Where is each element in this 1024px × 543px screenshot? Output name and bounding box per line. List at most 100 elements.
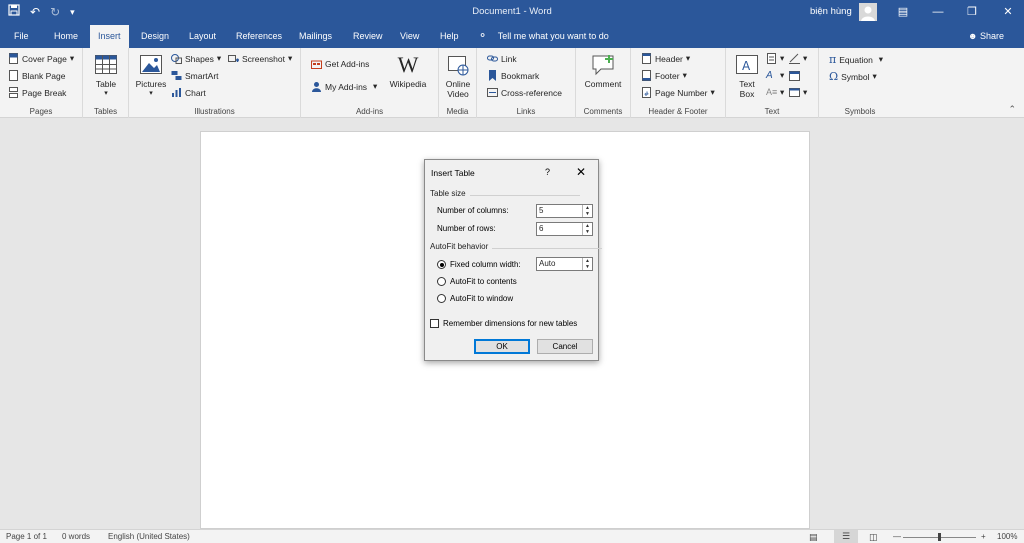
footer-button[interactable]: Footer ▾ (641, 70, 687, 81)
tab-design[interactable]: Design (133, 25, 177, 48)
tab-references[interactable]: References (228, 25, 290, 48)
rows-input[interactable]: 6 ▲ ▼ (536, 222, 593, 236)
help-button[interactable]: ? (545, 167, 550, 177)
omega-icon: Ω (829, 70, 839, 83)
bookmark-label: Bookmark (501, 70, 540, 81)
minimize-icon[interactable]: — (928, 3, 948, 21)
pictures-button[interactable]: Pictures ▾ (133, 53, 169, 97)
user-name[interactable]: biện hùng (810, 6, 852, 17)
comment-button[interactable]: Comment (580, 53, 626, 89)
page-break-button[interactable]: Page Break (8, 87, 66, 98)
get-addins-button[interactable]: Get Add-ins (311, 58, 369, 69)
remember-dimensions-label[interactable]: Remember dimensions for new tables (443, 319, 577, 328)
zoom-in-icon[interactable]: + (981, 532, 986, 541)
zoom-slider-thumb[interactable] (938, 533, 941, 541)
my-addins-icon (311, 81, 322, 92)
zoom-level[interactable]: 100% (997, 532, 1017, 541)
link-button[interactable]: Link (487, 53, 517, 64)
dropdown-icon: ▾ (878, 54, 884, 64)
wordart-button[interactable]: A ▾ (766, 70, 784, 81)
tab-review[interactable]: Review (345, 25, 391, 48)
tab-layout[interactable]: Layout (181, 25, 224, 48)
bookmark-button[interactable]: Bookmark (487, 70, 539, 81)
shapes-button[interactable]: Shapes ▾ (171, 53, 221, 64)
vertical-scrollbar[interactable] (1012, 118, 1024, 529)
dropdown-icon: ▾ (685, 53, 691, 63)
symbol-button[interactable]: Ω Symbol ▾ (829, 70, 877, 83)
header-label: Header (655, 53, 683, 64)
table-button[interactable]: Table ▾ (89, 53, 123, 97)
drop-cap-button[interactable]: A≡ ▾ (766, 87, 784, 98)
down-arrow-icon[interactable]: ▼ (583, 229, 592, 235)
blank-page-icon (8, 70, 19, 81)
fixed-width-radio[interactable] (437, 260, 446, 269)
read-mode-icon[interactable]: ▤ (809, 532, 818, 543)
header-button[interactable]: Header ▾ (641, 53, 690, 64)
dialog-title: Insert Table (431, 168, 475, 178)
collapse-ribbon-icon[interactable]: ⌃ (1008, 104, 1016, 115)
columns-input[interactable]: 5 ▲ ▼ (536, 204, 593, 218)
dropdown-icon: ▾ (373, 81, 378, 91)
ribbon-display-options-icon[interactable]: ▤ (893, 3, 913, 21)
blank-page-button[interactable]: Blank Page (8, 70, 65, 81)
chart-button[interactable]: Chart (171, 87, 206, 98)
text-box-button[interactable]: A Text Box (732, 53, 762, 99)
down-arrow-icon[interactable]: ▼ (583, 264, 592, 270)
share-button[interactable]: ☻ Share (968, 25, 1004, 48)
object-button[interactable]: ▾ (789, 87, 807, 98)
language[interactable]: English (United States) (108, 532, 190, 541)
fixed-width-input[interactable]: Auto ▲ ▼ (536, 257, 593, 271)
page-number-button[interactable]: # Page Number ▾ (641, 87, 715, 98)
tab-help[interactable]: Help (432, 25, 467, 48)
down-arrow-icon[interactable]: ▼ (583, 211, 592, 217)
tab-home[interactable]: Home (46, 25, 86, 48)
tab-file[interactable]: File (6, 25, 37, 48)
smartart-button[interactable]: SmartArt (171, 70, 219, 81)
my-addins-button[interactable]: My Add-ins ▾ (311, 81, 377, 92)
close-window-icon[interactable]: ✕ (998, 3, 1018, 21)
tab-mailings[interactable]: Mailings (291, 25, 340, 48)
object-icon (789, 87, 800, 98)
group-text: A Text Box ▾ A ▾ A≡ ▾ ▾ ▾ Text (726, 48, 819, 118)
cross-reference-button[interactable]: Cross-reference (487, 87, 562, 98)
autofit-window-radio[interactable] (437, 294, 446, 303)
ok-button[interactable]: OK (474, 339, 530, 354)
tab-view[interactable]: View (392, 25, 427, 48)
columns-stepper[interactable]: ▲ ▼ (582, 205, 592, 217)
autofit-contents-radio[interactable] (437, 277, 446, 286)
footer-icon (641, 70, 652, 81)
remember-dimensions-checkbox[interactable] (430, 319, 439, 328)
dropdown-icon: ▾ (288, 53, 293, 63)
fixed-width-label[interactable]: Fixed column width: (450, 260, 521, 269)
close-icon[interactable]: ✕ (576, 165, 586, 179)
screenshot-button[interactable]: Screenshot ▾ (228, 53, 292, 64)
page-number-label: Page Number (655, 87, 708, 98)
zoom-out-icon[interactable]: — (893, 532, 901, 541)
cancel-button[interactable]: Cancel (537, 339, 593, 354)
equation-button[interactable]: π Equation ▾ (829, 53, 883, 66)
wikipedia-button[interactable]: W Wikipedia (385, 53, 431, 90)
quick-parts-button[interactable]: ▾ (766, 53, 784, 64)
fixed-width-stepper[interactable]: ▲ ▼ (582, 258, 592, 270)
autofit-contents-label[interactable]: AutoFit to contents (450, 277, 517, 286)
online-video-button[interactable]: Online Video (441, 53, 475, 99)
tab-insert[interactable]: Insert (90, 25, 129, 48)
tell-me-search[interactable]: ⚬ Tell me what you want to do (478, 25, 609, 48)
date-time-button[interactable] (789, 70, 800, 81)
restore-icon[interactable]: ❐ (962, 3, 982, 21)
word-count[interactable]: 0 words (62, 532, 90, 541)
web-layout-icon[interactable]: ◫ (869, 532, 878, 543)
avatar[interactable] (859, 3, 877, 21)
signature-line-button[interactable]: ▾ (789, 53, 807, 64)
dropdown-icon: ▾ (69, 53, 75, 63)
cover-page-button[interactable]: Cover Page ▾ (8, 53, 74, 64)
autofit-window-label[interactable]: AutoFit to window (450, 294, 513, 303)
rows-stepper[interactable]: ▲ ▼ (582, 223, 592, 235)
online-video-label-2: Video (447, 89, 469, 99)
cover-page-label: Cover Page (22, 53, 67, 64)
symbol-label: Symbol (841, 71, 870, 82)
group-label-text: Text (764, 107, 780, 116)
page-count[interactable]: Page 1 of 1 (6, 532, 47, 541)
print-layout-icon[interactable]: ☰ (834, 530, 858, 543)
dropdown-icon: ▾ (682, 70, 687, 80)
